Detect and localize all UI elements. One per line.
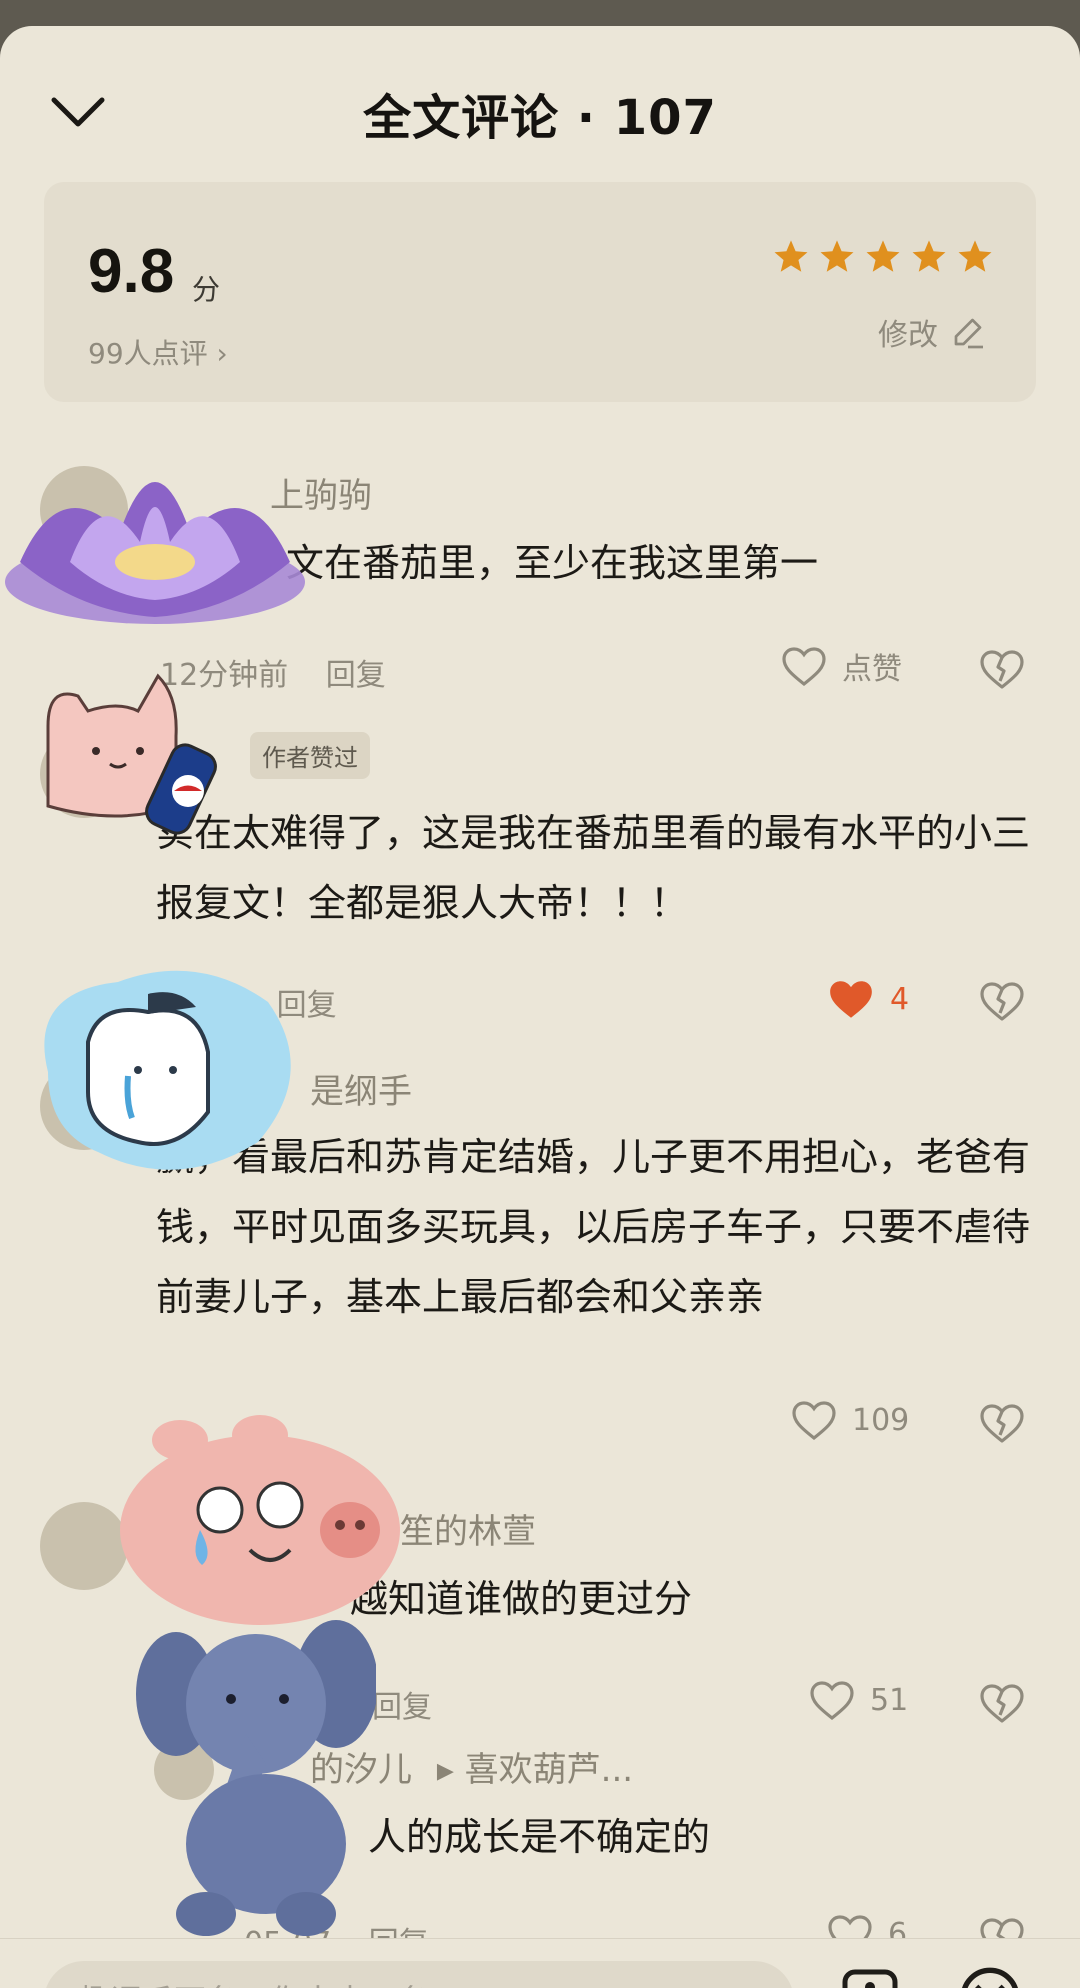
like-button[interactable]: 51 bbox=[808, 1678, 908, 1722]
elephant-plush-sticker bbox=[136, 1620, 376, 1936]
comment-text: 文在番茄里，至少在我这里第一 bbox=[286, 541, 819, 585]
heart-icon bbox=[782, 647, 826, 687]
comment-text: 实在太难得了，这是我在番茄里看的最有水平的小三报复文！全都是狠人大帝！！！ bbox=[156, 811, 1031, 925]
comment-tag[interactable]: ▸ 喜欢葫芦... bbox=[437, 1750, 633, 1790]
emoji-icon[interactable] bbox=[958, 1965, 1022, 1988]
like-count: 109 bbox=[852, 1402, 910, 1438]
crying-ghost-sticker bbox=[44, 970, 291, 1170]
like-button[interactable]: 点赞 bbox=[780, 644, 902, 688]
cat-sticker bbox=[46, 673, 217, 835]
broken-heart-icon[interactable] bbox=[978, 978, 1026, 1024]
rating-stars[interactable] bbox=[772, 238, 994, 276]
broken-heart-icon[interactable] bbox=[978, 1680, 1026, 1726]
star-icon bbox=[774, 240, 808, 272]
star-icon bbox=[866, 240, 900, 272]
comment-meta: 回复 bbox=[372, 1682, 460, 1726]
heart-icon bbox=[830, 981, 872, 1018]
rating-card: 9.8 分 99人点评 › 修改 bbox=[44, 182, 1036, 402]
comment-text: ，人的成长是不确定的 bbox=[330, 1815, 711, 1859]
like-count: 点赞 bbox=[842, 652, 902, 687]
comment-text: 越知道谁做的更过分 bbox=[350, 1577, 693, 1621]
page-title: 全文评论 · 107 bbox=[363, 90, 717, 146]
comment-username[interactable]: 是纲手 bbox=[310, 1064, 412, 1113]
like-count: 51 bbox=[870, 1682, 909, 1718]
like-count: 4 bbox=[890, 981, 910, 1017]
pig-sticker bbox=[120, 1415, 400, 1625]
comment-input[interactable]: 趣评千万条，你出来一条 bbox=[44, 1961, 794, 1988]
reply-button[interactable]: 回复 bbox=[326, 658, 386, 693]
broken-heart-icon[interactable] bbox=[978, 1400, 1026, 1446]
rating-score: 9.8 bbox=[88, 237, 175, 306]
comments-sheet: 全文评论 · 107 9.8 分 99人点评 › 修改 上驹驹 文在番茄里，至少… bbox=[0, 26, 1080, 1988]
heart-icon bbox=[810, 1681, 854, 1721]
edit-rating-button[interactable]: 修改 bbox=[878, 310, 986, 354]
header: 全文评论 · 107 bbox=[0, 26, 1080, 186]
like-button[interactable]: 109 bbox=[790, 1398, 909, 1442]
author-liked-badge: 作者赞过 bbox=[250, 732, 370, 779]
edit-label: 修改 bbox=[878, 318, 938, 353]
reply-button[interactable]: 回复 bbox=[372, 1690, 432, 1725]
like-button[interactable]: 4 bbox=[826, 976, 909, 1022]
review-count-link[interactable]: 99人点评 › bbox=[88, 332, 228, 372]
star-icon bbox=[820, 240, 854, 272]
heart-icon bbox=[792, 1401, 836, 1441]
star-icon bbox=[958, 240, 992, 272]
comment-input-bar: 趣评千万条，你出来一条 bbox=[0, 1938, 1080, 1988]
lotus-sticker bbox=[5, 482, 305, 624]
comment-username[interactable]: 笙的林萱 bbox=[400, 1504, 536, 1553]
rating-unit: 分 bbox=[192, 273, 221, 306]
star-icon bbox=[912, 240, 946, 272]
pencil-icon bbox=[954, 318, 983, 349]
image-icon[interactable] bbox=[840, 1967, 900, 1988]
broken-heart-icon[interactable] bbox=[978, 646, 1026, 692]
